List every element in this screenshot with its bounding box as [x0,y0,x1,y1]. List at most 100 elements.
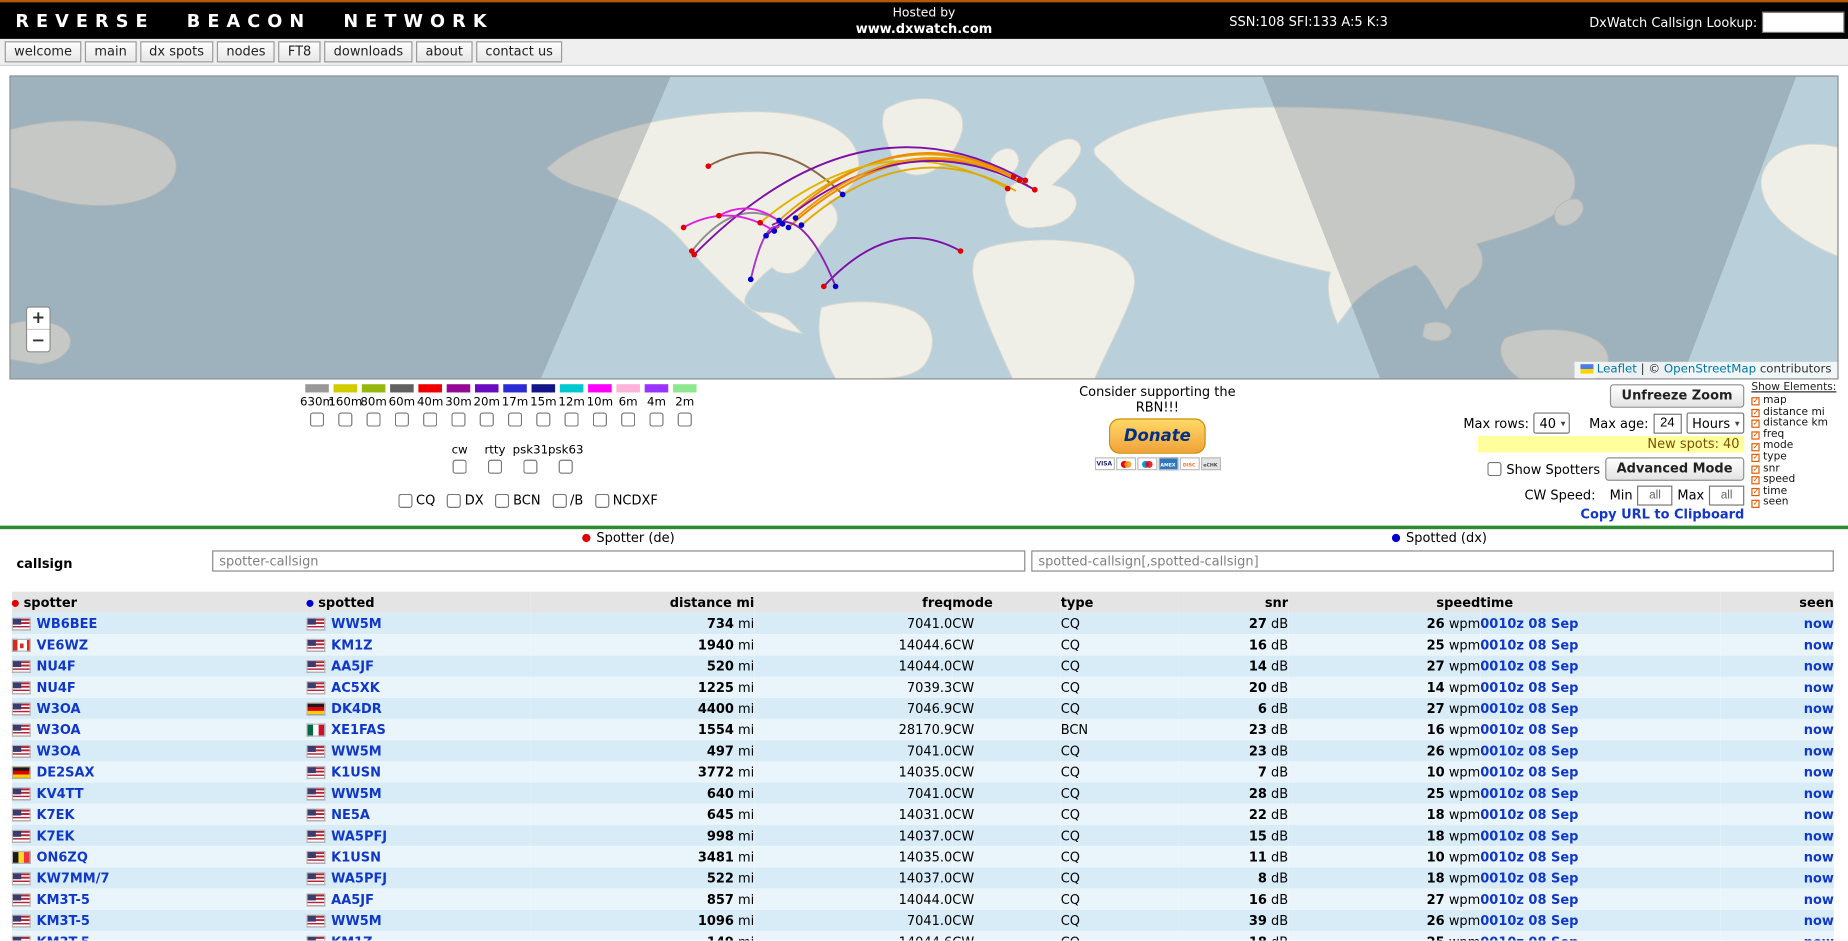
spotter-callsign-link[interactable]: KM3T-5 [37,892,90,907]
spotter-marker[interactable] [1032,187,1038,193]
spotter-marker[interactable] [958,248,964,254]
time-link[interactable]: 0010z 08 Sep [1480,849,1578,864]
type-checkbox[interactable] [398,493,412,507]
spotter-callsign-link[interactable]: W3OA [37,701,81,716]
spotter-callsign-link[interactable]: K7EK [37,807,75,822]
band-checkbox[interactable] [480,412,494,426]
time-link[interactable]: 0010z 08 Sep [1480,679,1578,694]
spotted-marker[interactable] [833,284,839,290]
band-checkbox[interactable] [508,412,522,426]
spotted-marker[interactable] [786,225,792,231]
spotted-marker[interactable] [840,192,846,198]
spotter-callsign-link[interactable]: NU4F [37,679,76,694]
seen-link[interactable]: now [1804,870,1834,885]
band-checkbox[interactable] [565,412,579,426]
max-rows-select[interactable]: 40 [1534,412,1571,433]
show-spotters-checkbox[interactable] [1488,462,1502,476]
band-checkbox[interactable] [367,412,381,426]
type-checkbox[interactable] [447,493,461,507]
band-checkbox[interactable] [649,412,663,426]
time-link[interactable]: 0010z 08 Sep [1480,807,1578,822]
spotter-marker[interactable] [681,225,687,231]
spotter-marker[interactable] [1005,186,1011,192]
time-link[interactable]: 0010z 08 Sep [1480,658,1578,673]
element-checkbox[interactable] [1751,398,1759,406]
seen-link[interactable]: now [1804,764,1834,779]
advanced-mode-button[interactable]: Advanced Mode [1605,457,1744,481]
nav-tab[interactable]: welcome [5,41,82,62]
spotted-marker[interactable] [748,276,754,282]
time-link[interactable]: 0010z 08 Sep [1480,637,1578,652]
band-checkbox[interactable] [621,412,635,426]
time-link[interactable]: 0010z 08 Sep [1480,913,1578,928]
seen-link[interactable]: now [1804,849,1834,864]
spotted-callsign-link[interactable]: K1USN [331,764,381,779]
nav-tab[interactable]: FT8 [278,41,320,62]
time-link[interactable]: 0010z 08 Sep [1480,828,1578,843]
nav-tab[interactable]: main [85,41,136,62]
band-checkbox[interactable] [310,412,324,426]
spotted-marker[interactable] [793,215,799,221]
spotted-callsign-link[interactable]: WW5M [331,786,382,801]
band-checkbox[interactable] [593,412,607,426]
spotter-callsign-link[interactable]: KM3T-5 [37,934,90,940]
spotted-callsign-link[interactable]: AA5JF [331,892,374,907]
zoom-out-button[interactable]: − [27,329,49,351]
mode-checkbox[interactable] [488,460,502,474]
seen-link[interactable]: now [1804,637,1834,652]
seen-link[interactable]: now [1804,743,1834,758]
time-link[interactable]: 0010z 08 Sep [1480,616,1578,631]
band-checkbox[interactable] [395,412,409,426]
spotted-callsign-link[interactable]: WW5M [331,913,382,928]
seen-link[interactable]: now [1804,892,1834,907]
spotted-callsign-link[interactable]: KM1Z [331,637,372,652]
type-checkbox[interactable] [495,493,509,507]
band-checkbox[interactable] [423,412,437,426]
mode-checkbox[interactable] [453,460,467,474]
seen-link[interactable]: now [1804,913,1834,928]
element-checkbox[interactable] [1751,443,1759,451]
max-age-unit-select[interactable]: Hours [1686,412,1744,433]
spotted-marker[interactable] [763,233,769,239]
seen-link[interactable]: now [1804,934,1834,940]
nav-tab[interactable]: downloads [324,41,412,62]
spotter-callsign-input[interactable] [212,550,1025,571]
element-checkbox[interactable] [1751,465,1759,473]
element-checkbox[interactable] [1751,477,1759,485]
seen-link[interactable]: now [1804,786,1834,801]
nav-tab[interactable]: about [416,41,472,62]
spotter-callsign-link[interactable]: KV4TT [37,786,84,801]
time-link[interactable]: 0010z 08 Sep [1480,870,1578,885]
spotted-callsign-link[interactable]: WW5M [331,743,382,758]
spotted-callsign-link[interactable]: WW5M [331,616,382,631]
time-link[interactable]: 0010z 08 Sep [1480,743,1578,758]
band-checkbox[interactable] [678,412,692,426]
spotted-callsign-link[interactable]: K1USN [331,849,381,864]
time-link[interactable]: 0010z 08 Sep [1480,786,1578,801]
element-checkbox[interactable] [1751,431,1759,439]
time-link[interactable]: 0010z 08 Sep [1480,722,1578,737]
spotted-marker[interactable] [780,221,786,227]
band-checkbox[interactable] [451,412,465,426]
seen-link[interactable]: now [1804,616,1834,631]
band-checkbox[interactable] [338,412,352,426]
spotter-marker[interactable] [716,213,722,219]
paypal-donate-button[interactable]: Donate [1109,418,1206,453]
nav-tab[interactable]: contact us [476,41,562,62]
seen-link[interactable]: now [1804,807,1834,822]
spotter-callsign-link[interactable]: W3OA [37,743,81,758]
spotter-marker[interactable] [691,252,697,258]
element-checkbox[interactable] [1751,488,1759,496]
spotted-callsign-input[interactable] [1031,550,1834,571]
type-checkbox[interactable] [595,493,609,507]
spotter-marker[interactable] [1011,174,1017,180]
spotter-callsign-link[interactable]: W3OA [37,722,81,737]
time-link[interactable]: 0010z 08 Sep [1480,892,1578,907]
spotted-marker[interactable] [771,228,777,234]
spotter-callsign-link[interactable]: WB6BEE [37,616,98,631]
copy-url-link[interactable]: Copy URL to Clipboard [1580,507,1744,522]
nav-tab[interactable]: dx spots [140,41,214,62]
spotted-callsign-link[interactable]: KM1Z [331,934,372,940]
hosted-site-link[interactable]: www.dxwatch.com [856,21,993,36]
seen-link[interactable]: now [1804,679,1834,694]
